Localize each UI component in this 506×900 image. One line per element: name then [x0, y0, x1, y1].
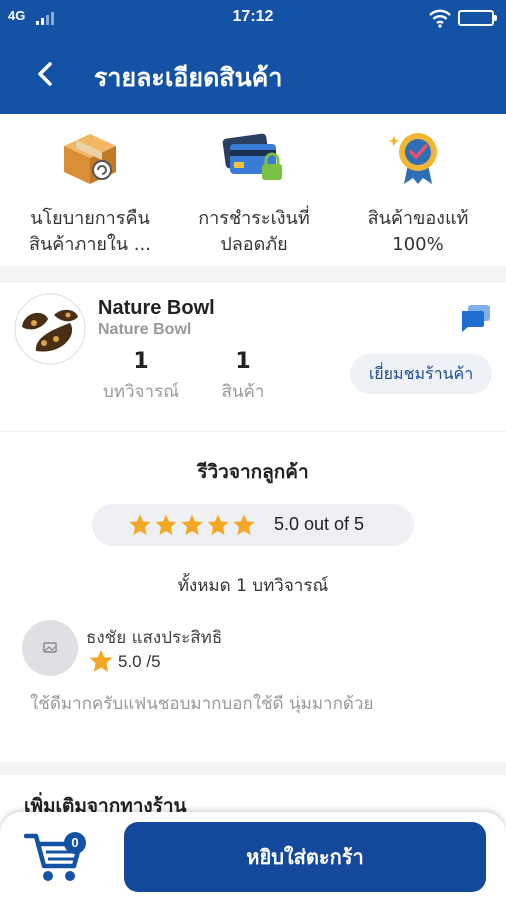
- feature-return-policy[interactable]: นโยบายการคืน สินค้าภายใน ...: [6, 130, 174, 258]
- rating-text: 5.0 out of 5: [274, 514, 365, 534]
- star-icon: [155, 514, 177, 535]
- reviews-total: ทั้งหมด 1 บทวิจารณ์: [177, 576, 329, 596]
- feature-label: สินค้าภายใน ...: [29, 234, 151, 255]
- rating-summary: 5.0 out of 5: [92, 504, 414, 546]
- shop-products-stat: 1 สินค้า: [188, 349, 298, 405]
- chat-icon[interactable]: [460, 303, 492, 333]
- feature-secure-payment[interactable]: การชำระเงินที่ ปลอดภัย: [170, 130, 338, 258]
- shop-card: Nature Bowl Nature Bowl 1 บทวิจารณ์ 1 สิ…: [0, 283, 506, 431]
- bottom-action-bar: 0 หยิบใส่ตะกร้า: [0, 812, 506, 900]
- return-box-icon: [64, 134, 116, 184]
- product-guarantees: นโยบายการคืน สินค้าภายใน ... การชำระเงิน…: [0, 114, 506, 266]
- app-bar: รายละเอียดสินค้า: [0, 36, 506, 114]
- customer-reviews: รีวิวจากลูกค้า 5.0 out of 5 ทั้งหมด 1 บท…: [0, 432, 506, 762]
- shop-name: Nature Bowl: [98, 297, 215, 319]
- shop-reviews-stat: 1 บทวิจารณ์: [86, 349, 196, 405]
- visit-shop-button[interactable]: เยี่ยมชมร้านค้า: [350, 354, 492, 394]
- status-bar: 4G 17:12: [0, 0, 506, 36]
- shop-logo[interactable]: [14, 293, 86, 365]
- secure-card-icon: [222, 133, 282, 180]
- feature-label: การชำระเงินที่: [198, 208, 310, 229]
- wifi-icon: [429, 9, 451, 28]
- image-placeholder-icon: [43, 642, 57, 653]
- feature-label: สินค้าของแท้: [367, 208, 469, 229]
- products-caption: สินค้า: [221, 382, 265, 402]
- star-icon: [181, 514, 203, 535]
- cart-count-badge: 0: [64, 832, 86, 854]
- reviews-caption: บทวิจารณ์: [103, 382, 179, 402]
- products-count: 1: [235, 349, 251, 374]
- authentic-badge-icon: [388, 133, 437, 184]
- page-title: รายละเอียดสินค้า: [94, 63, 283, 92]
- reviews-title: รีวิวจากลูกค้า: [197, 461, 309, 483]
- star-icon: [233, 514, 255, 535]
- star-icon: [129, 514, 151, 535]
- feature-label: นโยบายการคืน: [30, 208, 150, 229]
- rating-stars: [128, 513, 256, 537]
- star-icon: [89, 649, 113, 672]
- reviews-count: 1: [133, 349, 149, 374]
- review-text: ใช้ดีมากครับแฟนชอบมากบอกใช้ดี นุ่มมากด้ว…: [30, 694, 374, 714]
- battery-icon: [458, 10, 497, 26]
- feature-authentic[interactable]: สินค้าของแท้ 100%: [334, 130, 502, 258]
- add-to-cart-button[interactable]: หยิบใส่ตะกร้า: [124, 822, 486, 892]
- reviewer-name: ธงชัย แสงประสิทธิ: [86, 628, 223, 648]
- feature-label: ปลอดภัย: [220, 234, 288, 255]
- reviewer-avatar: [22, 620, 78, 676]
- review-score: 5.0 /5: [118, 652, 161, 671]
- feature-label: 100%: [392, 234, 444, 255]
- back-arrow-icon[interactable]: [30, 58, 60, 90]
- star-icon: [207, 514, 229, 535]
- shop-subtitle: Nature Bowl: [98, 321, 192, 338]
